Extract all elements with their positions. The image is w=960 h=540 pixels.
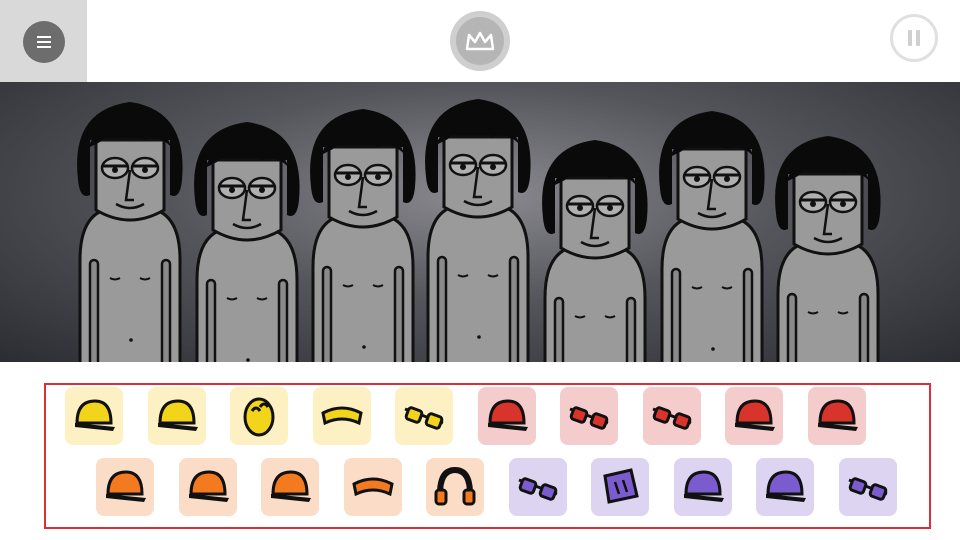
orange-headphones-icon <box>434 466 476 506</box>
character-stage <box>0 82 960 362</box>
sound-button-effects-1-10[interactable] <box>807 387 866 445</box>
yellow-headband-icon <box>320 406 363 426</box>
pause-button[interactable] <box>890 14 938 62</box>
purple-round-glasses-icon <box>847 477 888 501</box>
sound-button-voices-2-8[interactable] <box>673 458 732 516</box>
purple-sunglasses-icon <box>517 477 558 501</box>
sound-button-melodies-2-5[interactable] <box>426 458 484 516</box>
menu-area <box>0 0 87 82</box>
sound-button-melodies-2-1[interactable] <box>96 458 154 516</box>
sound-button-effects-1-9[interactable] <box>725 387 783 445</box>
performer-1[interactable] <box>77 102 183 362</box>
red-helmet-icon <box>817 399 858 431</box>
sound-button-beats-1-4[interactable] <box>312 387 371 445</box>
characters-layer <box>77 99 881 362</box>
yellow-fedora-icon <box>157 399 198 431</box>
orange-beanie-icon <box>106 470 146 502</box>
sound-button-effects-1-7[interactable] <box>560 387 618 445</box>
crown-logo-icon <box>465 31 495 51</box>
sound-button-voices-2-10[interactable] <box>838 458 897 516</box>
performer-3[interactable] <box>310 109 416 362</box>
sound-button-voices-2-9[interactable] <box>756 458 814 516</box>
performer-2[interactable] <box>194 122 300 362</box>
sound-button-beats-1-5[interactable] <box>395 387 453 445</box>
sound-button-beats-1-3[interactable] <box>230 387 288 445</box>
sound-button-effects-1-8[interactable] <box>642 387 701 445</box>
sound-button-melodies-2-4[interactable] <box>343 458 402 516</box>
performer-6[interactable] <box>659 111 765 362</box>
purple-bowler-icon <box>683 470 724 502</box>
orange-cap-icon <box>188 470 229 502</box>
performer-4[interactable] <box>425 99 531 362</box>
logo-inner <box>456 17 504 65</box>
performer-7[interactable] <box>775 136 881 362</box>
top-toolbar <box>0 0 960 82</box>
sound-button-beats-1-1[interactable] <box>65 387 123 445</box>
orange-beret-icon <box>271 470 311 502</box>
sound-button-melodies-2-2[interactable] <box>178 458 237 516</box>
orange-visor-icon <box>351 477 394 497</box>
red-diamond-glasses-icon <box>651 406 692 430</box>
pause-icon <box>908 30 920 46</box>
menu-icon <box>37 36 51 48</box>
red-beanie-icon <box>735 399 775 431</box>
yellow-glasses-icon <box>404 406 444 430</box>
sound-button-effects-1-6[interactable] <box>477 387 536 445</box>
red-cap-icon <box>487 399 528 431</box>
yellow-cap-icon <box>75 399 115 431</box>
performer-5[interactable] <box>542 140 648 362</box>
yellow-egg-mask-icon <box>243 397 275 437</box>
purple-box-hat-icon <box>603 468 639 504</box>
sound-button-beats-1-2[interactable] <box>147 387 206 445</box>
red-goggles-icon <box>569 406 609 430</box>
sound-button-melodies-2-3[interactable] <box>261 458 319 516</box>
sound-button-voices-2-7[interactable] <box>591 458 649 516</box>
logo-button[interactable] <box>450 11 510 71</box>
purple-flat-cap-icon <box>766 470 806 502</box>
sound-button-voices-2-6[interactable] <box>508 458 567 516</box>
menu-button[interactable] <box>23 21 65 63</box>
sound-icons-panel <box>44 383 931 529</box>
